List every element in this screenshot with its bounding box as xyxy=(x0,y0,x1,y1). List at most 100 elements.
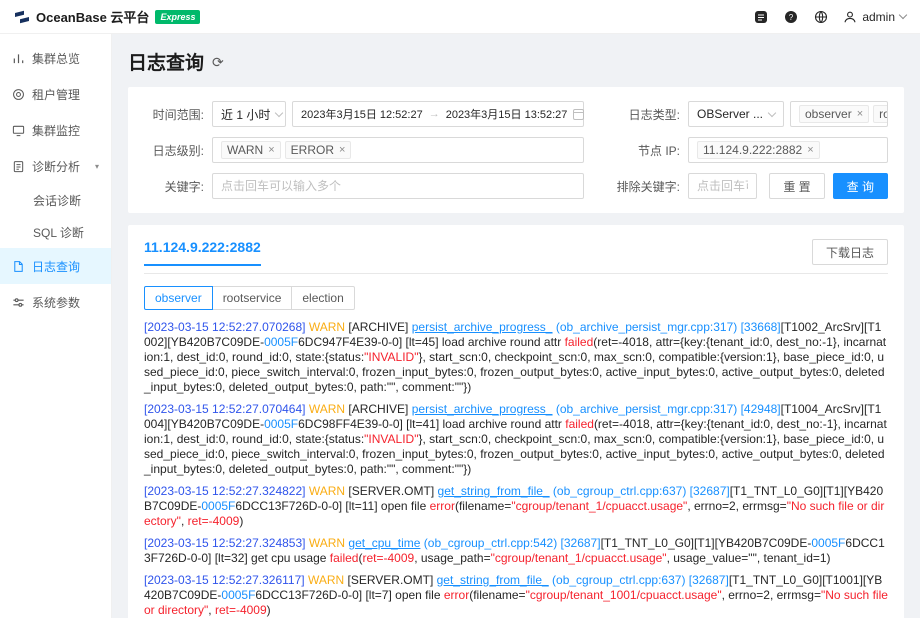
log-segment-file: (ob_archive_persist_mgr.cpp:317) xyxy=(552,320,741,334)
sidebar-item-session-diagnosis[interactable]: 会话诊断 xyxy=(0,184,111,216)
top-bar: OceanBase 云平台 Express ? admin xyxy=(0,0,920,34)
brand: OceanBase 云平台 Express xyxy=(14,7,201,26)
log-level-tags[interactable]: WARN × ERROR × xyxy=(212,137,584,163)
log-segment-red: "INVALID" xyxy=(364,350,419,364)
log-segment-plain: [T1_TNT_L0_G0][T1][YB420B7C09DE- xyxy=(600,536,812,550)
log-segment-file: (ob_cgroup_ctrl.cpp:542) xyxy=(420,536,561,550)
sidebar-item-label: 日志查询 xyxy=(32,259,81,274)
log-segment-hl: 0005F xyxy=(201,499,236,513)
sidebar-item-tenant-management[interactable]: 租户管理 xyxy=(0,76,111,112)
log-segment-red: "cgroup/tenant_1/cpuacct.usage" xyxy=(511,499,688,513)
log-function-link[interactable]: get_string_from_file_ xyxy=(437,573,549,587)
log-segment-file: (ob_archive_persist_mgr.cpp:317) xyxy=(552,402,741,416)
log-function-link[interactable]: get_cpu_time xyxy=(348,536,420,550)
log-segment-warn: WARN xyxy=(308,484,346,498)
log-file-icon xyxy=(14,260,23,272)
log-entry: [2023-03-15 12:52:27.070268] WARN [ARCHI… xyxy=(144,320,888,395)
sidebar-item-label: 集群监控 xyxy=(32,123,81,138)
exclude-keyword-label: 排除关键字: xyxy=(616,179,680,194)
remove-tag-icon[interactable]: × xyxy=(268,144,274,156)
sidebar-item-cluster-overview[interactable]: 集群总览 xyxy=(0,40,111,76)
result-card: 11.124.9.222:2882 下载日志 observer rootserv… xyxy=(128,225,904,618)
time-preset-value: 近 1 小时 xyxy=(221,107,271,122)
sidebar-item-system-params[interactable]: 系统参数 xyxy=(0,284,111,320)
user-menu[interactable]: admin xyxy=(843,10,908,24)
tab-observer[interactable]: observer xyxy=(144,286,213,310)
log-segment-plain: , errno=2, errmsg= xyxy=(721,588,821,602)
log-entry: [2023-03-15 12:52:27.324822] WARN [SERVE… xyxy=(144,484,888,529)
sidebar-item-label: 会话诊断 xyxy=(33,193,82,208)
docs-icon[interactable] xyxy=(753,9,769,25)
sidebar-item-diagnosis[interactable]: 诊断分析 ▾ xyxy=(0,148,111,184)
log-segment-hl: 0005F xyxy=(221,588,256,602)
user-avatar-icon xyxy=(844,11,856,22)
monitor-icon xyxy=(12,125,25,136)
remove-tag-icon[interactable]: × xyxy=(807,144,813,156)
tag-observer: observer × xyxy=(799,105,870,123)
log-function-link[interactable]: get_string_from_file_ xyxy=(438,484,550,498)
keyword-input[interactable] xyxy=(212,173,584,199)
oceanbase-logo-icon xyxy=(15,10,29,23)
log-segment-file: (ob_cgroup_ctrl.cpp:637) xyxy=(549,484,690,498)
log-type-tags[interactable]: observer× rootservice× election× xyxy=(790,101,888,127)
remove-tag-icon[interactable]: × xyxy=(339,144,345,156)
log-segment-plain: [SERVER.OMT] xyxy=(345,484,438,498)
node-ip-tags[interactable]: 11.124.9.222:2882 × xyxy=(688,137,888,163)
log-segment-red: "INVALID" xyxy=(364,432,419,446)
exclude-keyword-input[interactable] xyxy=(688,173,758,199)
log-segment-red: "cgroup/tenant_1/cpuacct.usage" xyxy=(490,551,667,565)
log-segment-plain: [SERVER.OMT] xyxy=(344,573,437,587)
query-button[interactable]: 查 询 xyxy=(832,173,888,199)
language-icon[interactable] xyxy=(813,9,829,25)
tab-rootservice[interactable]: rootservice xyxy=(211,286,293,310)
refresh-icon[interactable]: ⟳ xyxy=(212,55,224,69)
log-segment-red: failed xyxy=(564,335,594,349)
date-range-picker[interactable]: 2023年3月15日 12:52:27 → 2023年3月15日 13:52:2… xyxy=(292,101,585,127)
log-segment-plain: [ARCHIVE] xyxy=(345,402,412,416)
time-preset-select[interactable]: 近 1 小时 xyxy=(212,101,286,127)
log-entry: [2023-03-15 12:52:27.324853] WARN get_cp… xyxy=(144,536,888,566)
log-entry: [2023-03-15 12:52:27.070464] WARN [ARCHI… xyxy=(144,402,888,477)
log-segment-red: failed xyxy=(565,417,594,431)
log-segment-plain: , errno=2, errmsg= xyxy=(687,499,787,513)
log-segment-plain: 6DC947F4E39-0-0] [lt=45] load archive ro… xyxy=(298,335,565,349)
clipboard-icon xyxy=(13,160,24,172)
log-segment-plain: [ARCHIVE] xyxy=(345,320,412,334)
chevron-down-icon xyxy=(898,10,908,20)
sidebar-item-label: 集群总览 xyxy=(32,51,81,66)
start-datetime: 2023年3月15日 12:52:27 xyxy=(301,109,423,121)
log-function-link[interactable]: persist_archive_progress_ xyxy=(412,320,553,334)
log-segment-red: error xyxy=(443,588,470,602)
tab-election[interactable]: election xyxy=(291,286,355,310)
log-segment-plain: (filename= xyxy=(454,499,512,513)
brand-title: OceanBase 云平台 xyxy=(36,10,150,25)
log-segment-thr: [32687] xyxy=(689,484,730,498)
log-level-label: 日志级别: xyxy=(152,143,204,158)
sidebar-item-log-query[interactable]: 日志查询 xyxy=(0,248,111,284)
host-tab[interactable]: 11.124.9.222:2882 xyxy=(144,239,261,266)
log-segment-thr: [33668] xyxy=(740,320,781,334)
log-entry: [2023-03-15 12:52:27.326117] WARN [SERVE… xyxy=(144,573,888,618)
sidebar-item-sql-diagnosis[interactable]: SQL 诊断 xyxy=(0,216,111,248)
chevron-down-icon xyxy=(767,108,777,117)
download-logs-button[interactable]: 下载日志 xyxy=(811,239,888,265)
log-segment-warn: WARN xyxy=(307,573,345,587)
remove-tag-icon[interactable]: × xyxy=(857,108,863,120)
reset-button[interactable]: 重 置 xyxy=(769,173,825,199)
express-badge: Express xyxy=(155,9,201,24)
log-function-link[interactable]: persist_archive_progress_ xyxy=(412,402,553,416)
tag-error: ERROR × xyxy=(284,141,352,159)
tag-node-ip: 11.124.9.222:2882 × xyxy=(697,141,820,159)
help-icon[interactable]: ? xyxy=(783,9,799,25)
log-type-value: OBServer ... xyxy=(697,107,764,121)
sidebar-item-cluster-monitor[interactable]: 集群监控 xyxy=(0,112,111,148)
log-segment-plain: 6DCC13F726D-0-0] [lt=11] open file xyxy=(235,499,430,513)
log-source-tabs: observer rootservice election xyxy=(144,286,888,310)
bar-chart-icon xyxy=(13,53,24,63)
log-segment-ts: [2023-03-15 12:52:27.326117] xyxy=(144,573,305,587)
keyword-label: 关键字: xyxy=(164,179,204,194)
sidebar-item-label: SQL 诊断 xyxy=(33,225,84,240)
log-type-select[interactable]: OBServer ... xyxy=(688,101,784,127)
tag-rootservice: rootservice× xyxy=(873,105,887,123)
log-segment-red: ret=-4009 xyxy=(187,514,240,528)
